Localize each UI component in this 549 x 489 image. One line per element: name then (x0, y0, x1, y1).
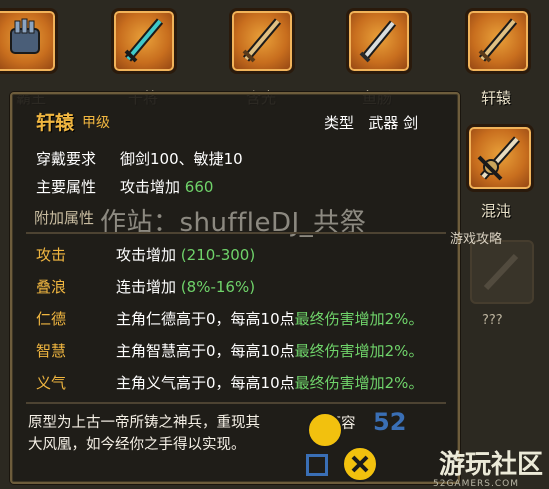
main-attr-value: 攻击增加 (120, 178, 181, 196)
item-label-xuanyuan: 轩辕 (481, 89, 512, 107)
locked-slot-icon (483, 253, 519, 291)
lore-line-1: 原型为上古一帝所铸之神兵，重现其 (28, 415, 260, 431)
divider (26, 232, 446, 234)
square-icon[interactable] (306, 454, 328, 476)
wave-row: 叠浪 连击增加 (8%-16%) (36, 276, 255, 297)
gauntlet-icon (10, 18, 40, 54)
requirement-value: 御剑100、敏捷10 (120, 150, 243, 168)
item-slot-xuanyuan[interactable] (465, 8, 531, 74)
attack-key: 攻击 (36, 246, 67, 264)
close-button[interactable] (342, 446, 378, 482)
requirement-key: 穿戴要求 (36, 150, 97, 168)
yi-key: 义气 (36, 374, 67, 392)
item-slot-hanguang[interactable] (229, 8, 295, 74)
item-grade: 甲级 (82, 115, 110, 131)
extra-attr-section: 附加属性 (34, 209, 95, 227)
ren-row: 仁德 主角仁德高于0，每高10点最终伤害增加2%。 (36, 308, 423, 329)
ornate-sword-icon (477, 136, 520, 181)
item-name: 轩辕 (36, 112, 75, 134)
zhi-key: 智慧 (36, 342, 67, 360)
wave-value: 连击增加 (116, 278, 177, 296)
teal-sword-icon (124, 18, 164, 63)
main-attr-key: 主要属性 (36, 178, 97, 196)
watermark-brand: 游玩社区 (438, 450, 543, 480)
main-attr-number: 660 (184, 178, 214, 196)
silver-dagger-icon (359, 20, 397, 63)
yi-row: 义气 主角义气高于0，每高10点最终伤害增加2%。 (36, 372, 423, 393)
yi-bonus: 最终伤害增加2%。 (294, 374, 424, 392)
wave-range: (8%-16%) (180, 278, 256, 296)
item-type-value: 武器 剑 (368, 114, 419, 132)
wave-key: 叠浪 (36, 278, 67, 296)
ren-value: 主角仁德高于0，每高10点 (116, 310, 295, 328)
item-slot-bawang[interactable] (0, 8, 58, 74)
item-slot-ganjiang[interactable] (111, 8, 177, 74)
attack-range: (210-300) (180, 246, 256, 264)
item-lore: 原型为上古一帝所铸之神兵，重现其 大风凰，如今经你之手得以实现。 (28, 412, 328, 456)
watermark-number: 52 (373, 408, 407, 436)
attack-value: 攻击增加 (116, 246, 177, 264)
item-slot-hundun[interactable] (466, 124, 534, 192)
watermark-side: 游戏攻略 (450, 232, 503, 247)
item-label-unknown: ??? (482, 313, 503, 328)
watermark-url: 52GAMERS.COM (433, 479, 519, 489)
main-attr-row: 主要属性 攻击增加 660 (36, 176, 213, 197)
requirement-row: 穿戴要求 御剑100、敏捷10 (36, 148, 243, 169)
attack-row: 攻击 攻击增加 (210-300) (36, 244, 255, 265)
close-icon (351, 455, 369, 473)
item-type: 类型 武器 剑 (324, 112, 418, 133)
golden-sword-icon (242, 18, 282, 63)
zhi-bonus: 最终伤害增加2%。 (294, 342, 424, 360)
ren-bonus: 最终伤害增加2%。 (294, 310, 424, 328)
item-type-label: 类型 (324, 114, 355, 132)
item-label-hundun: 混沌 (481, 202, 512, 220)
item-slot-locked[interactable] (470, 240, 534, 304)
yi-value: 主角义气高于0，每高10点 (116, 374, 295, 392)
zhi-row: 智慧 主角智慧高于0，每高10点最终伤害增加2%。 (36, 340, 423, 361)
ren-key: 仁德 (36, 310, 67, 328)
zhi-value: 主角智慧高于0，每高10点 (116, 342, 295, 360)
item-slot-yuchang[interactable] (346, 8, 412, 74)
settings-circle-icon[interactable] (307, 412, 343, 448)
lore-line-2: 大风凰，如今经你之手得以实现。 (28, 437, 246, 453)
golden-sword-icon (478, 18, 518, 63)
divider (26, 402, 446, 404)
